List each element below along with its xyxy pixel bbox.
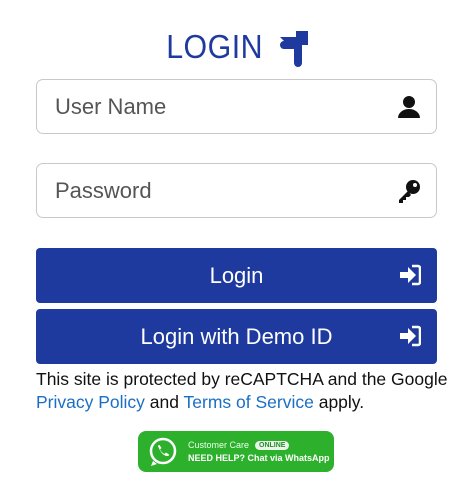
customer-care-label: Customer Care: [188, 440, 250, 450]
password-field[interactable]: [36, 163, 437, 218]
demo-login-button[interactable]: Login with Demo ID: [36, 309, 437, 364]
username-input[interactable]: [55, 93, 385, 120]
recaptcha-notice: This site is protected by reCAPTCHA and …: [36, 368, 456, 414]
login-button-label: Login: [209, 262, 264, 288]
notice-and: and: [144, 392, 184, 412]
whatsapp-text: Customer Care ONLINE NEED HELP? Chat via…: [188, 440, 330, 463]
sign-in-icon: [399, 264, 422, 286]
page-title: LOGIN: [166, 28, 264, 65]
hand-pointing-down-icon: [276, 27, 312, 67]
username-field[interactable]: [36, 79, 437, 134]
notice-suffix: apply.: [313, 392, 365, 412]
whatsapp-icon: [148, 437, 178, 467]
privacy-policy-link[interactable]: Privacy Policy: [36, 392, 145, 412]
user-icon: [396, 94, 422, 120]
password-input[interactable]: [55, 177, 385, 204]
key-icon: [396, 178, 422, 204]
sign-in-icon: [399, 325, 422, 347]
whatsapp-top-row: Customer Care ONLINE: [188, 440, 330, 450]
terms-of-service-link[interactable]: Terms of Service: [184, 392, 314, 412]
login-button[interactable]: Login: [36, 248, 437, 303]
need-help-label: NEED HELP? Chat via WhatsApp: [188, 453, 330, 463]
online-badge: ONLINE: [255, 440, 290, 450]
whatsapp-chat-button[interactable]: Customer Care ONLINE NEED HELP? Chat via…: [138, 431, 334, 472]
demo-login-button-label: Login with Demo ID: [140, 323, 333, 349]
notice-text: This site is protected by reCAPTCHA and …: [36, 369, 448, 389]
login-header: LOGIN: [0, 24, 474, 70]
